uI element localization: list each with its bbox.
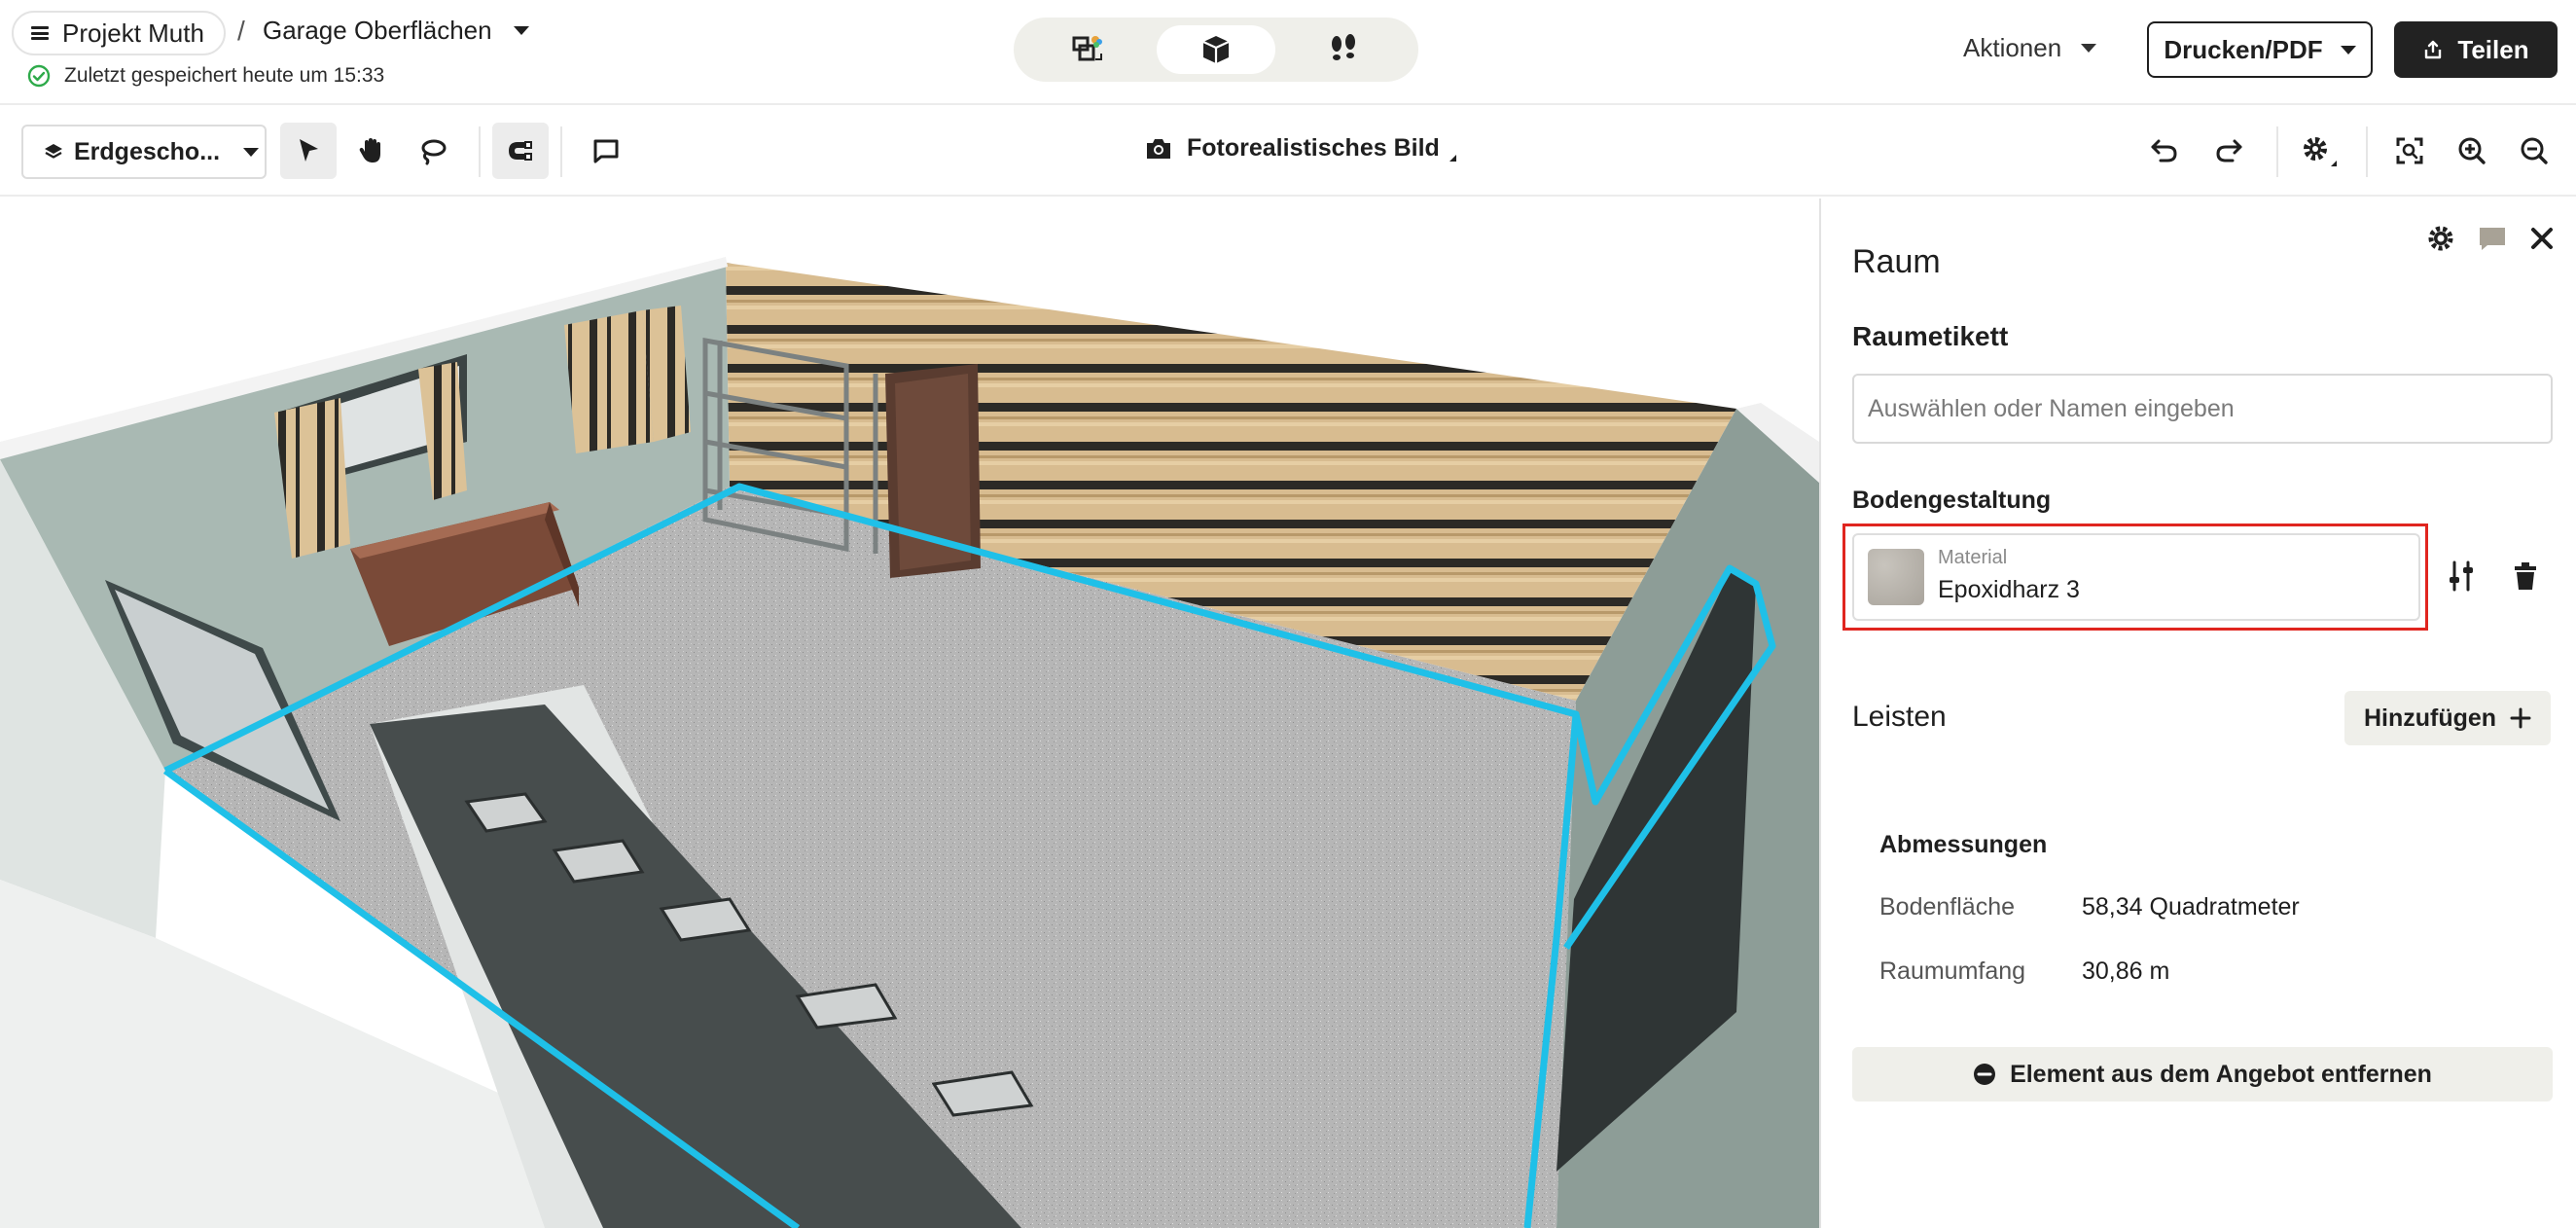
dimension-value: 30,86 m — [2082, 957, 2170, 985]
cube-icon — [1202, 36, 1230, 63]
floor-label: Erdgescho... — [74, 137, 221, 165]
share-icon — [2425, 40, 2442, 59]
print-pdf-button[interactable]: Drucken/PDF — [2147, 21, 2373, 78]
chevron-down-icon — [243, 147, 260, 157]
footsteps-icon — [1331, 34, 1355, 60]
corner-arrow-icon — [1449, 155, 1456, 162]
sliders-icon — [2450, 560, 2473, 592]
undo-button[interactable] — [2136, 123, 2193, 179]
material-swatch — [1868, 549, 1924, 605]
floor-design-title: Bodengestaltung — [1852, 487, 2052, 514]
zoom-in-icon — [2458, 137, 2486, 164]
share-label: Teilen — [2457, 34, 2529, 64]
top-header: Projekt Muth / Garage Oberflächen Zuletz… — [0, 0, 2576, 105]
view-mode-toggle — [1014, 18, 1418, 82]
print-label: Drucken/PDF — [2164, 34, 2323, 64]
3d-viewport[interactable] — [0, 199, 1819, 1228]
room-label-title: Raumetikett — [1852, 321, 2009, 351]
lasso-icon — [421, 139, 447, 165]
zoom-out-icon — [2521, 137, 2548, 164]
panel-icon-group — [2426, 224, 2555, 253]
gear-icon[interactable] — [2426, 224, 2455, 253]
focus-frame-icon — [2396, 137, 2423, 164]
redo-icon — [2216, 139, 2242, 163]
focus-button[interactable] — [2381, 123, 2438, 179]
project-name: Projekt Muth — [62, 18, 204, 48]
room-label-input[interactable] — [1852, 374, 2553, 444]
lasso-tool[interactable] — [405, 123, 461, 179]
material-adjust-button[interactable] — [2440, 555, 2483, 597]
comment-tool[interactable] — [578, 123, 634, 179]
redo-button[interactable] — [2200, 123, 2257, 179]
project-menu-button[interactable]: Projekt Muth — [12, 11, 226, 55]
check-circle-icon — [27, 64, 51, 88]
dimension-label: Raumumfang — [1879, 957, 2026, 985]
menu-icon — [31, 26, 49, 40]
cursor-arrow-icon — [300, 139, 318, 162]
properties-panel: Raum Raumetikett Bodengestaltung Materia… — [1819, 199, 2576, 1228]
save-status-text: Zuletzt gespeichert heute um 15:33 — [64, 64, 385, 87]
dimension-value: 58,34 Quadratmeter — [2082, 893, 2300, 921]
pan-tool[interactable] — [342, 123, 399, 179]
view-3d-button[interactable] — [1156, 25, 1275, 74]
undo-icon — [2151, 139, 2177, 163]
comment-icon[interactable] — [2477, 224, 2508, 253]
material-caption: Material — [1938, 547, 2008, 568]
floorplan-icon — [1072, 36, 1103, 61]
photoreal-render-button[interactable]: Fotorealistisches Bild — [1144, 134, 1456, 163]
remove-from-quote-button[interactable]: Element aus dem Angebot entfernen — [1852, 1047, 2553, 1102]
save-status: Zuletzt gespeichert heute um 15:33 — [27, 64, 384, 88]
remove-label: Element aus dem Angebot entfernen — [2010, 1060, 2432, 1088]
view-walk-button[interactable] — [1284, 25, 1403, 74]
toolbar-divider — [560, 126, 562, 177]
close-icon[interactable] — [2529, 226, 2555, 251]
actions-menu[interactable]: Aktionen — [1963, 33, 2097, 63]
room-selector[interactable]: Garage Oberflächen — [263, 16, 529, 46]
chevron-down-icon — [2081, 44, 2097, 53]
zoom-out-button[interactable] — [2506, 123, 2562, 179]
dimensions-title: Abmessungen — [1879, 831, 2048, 858]
trash-icon — [2515, 562, 2536, 590]
photoreal-label: Fotorealistisches Bild — [1187, 134, 1440, 162]
snap-tool[interactable] — [492, 123, 549, 179]
panel-title: Raum — [1852, 243, 1941, 280]
settings-button[interactable] — [2292, 123, 2348, 179]
magnet-icon — [509, 141, 532, 161]
breadcrumb-separator: / — [237, 16, 245, 46]
dimension-label: Bodenfläche — [1879, 893, 2016, 921]
add-baseboard-button[interactable]: Hinzufügen — [2344, 691, 2551, 745]
chevron-down-icon — [2340, 45, 2356, 54]
material-name: Epoxidharz 3 — [1938, 576, 2080, 603]
camera-icon — [1147, 138, 1170, 159]
view-2d-button[interactable] — [1029, 25, 1148, 74]
actions-label: Aktionen — [1963, 33, 2062, 62]
chevron-down-icon — [513, 26, 529, 35]
floor-selector[interactable]: Erdgescho... — [21, 125, 267, 179]
comment-icon — [593, 139, 619, 163]
plus-icon — [2510, 707, 2531, 729]
material-delete-button[interactable] — [2504, 555, 2547, 597]
3d-scene[interactable] — [0, 199, 1819, 1228]
hand-icon — [359, 138, 380, 163]
zoom-in-button[interactable] — [2444, 123, 2500, 179]
toolbar-divider — [2276, 126, 2278, 177]
layers-icon — [45, 144, 62, 159]
toolbar-divider — [2366, 126, 2368, 177]
editor-toolbar: Erdgescho... Fotorealistisches Bild — [0, 107, 2576, 197]
minus-circle-icon — [1974, 1064, 1996, 1085]
room-name: Garage Oberflächen — [263, 16, 492, 45]
baseboards-title: Leisten — [1852, 701, 1947, 733]
material-card[interactable]: Material Epoxidharz 3 — [1852, 533, 2420, 621]
select-tool[interactable] — [280, 123, 337, 179]
add-label: Hinzufügen — [2363, 704, 2497, 732]
gear-icon — [2304, 137, 2337, 166]
toolbar-divider — [479, 126, 481, 177]
share-button[interactable]: Teilen — [2394, 21, 2558, 78]
